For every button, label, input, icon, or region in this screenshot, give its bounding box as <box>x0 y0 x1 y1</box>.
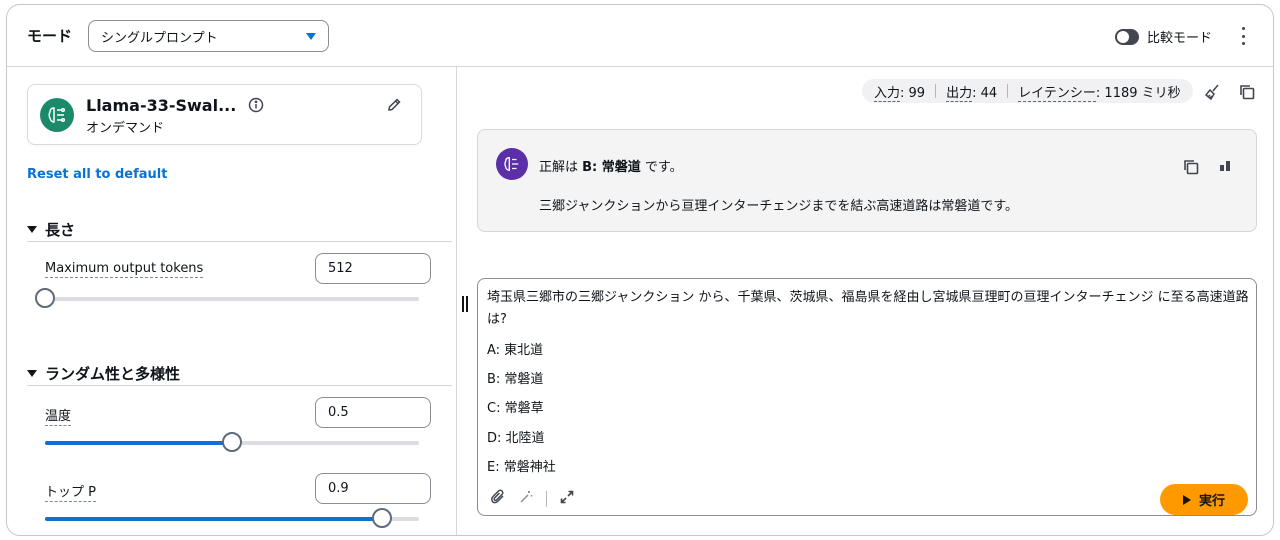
section-randomness[interactable]: ランダム性と多様性 <box>27 363 180 384</box>
copy-icon[interactable] <box>1238 83 1256 105</box>
caret-down-icon <box>27 226 37 233</box>
divider <box>935 84 937 98</box>
run-button[interactable]: 実行 <box>1160 484 1248 515</box>
max-tokens-slider[interactable] <box>35 288 419 308</box>
metrics-pill: 入力: 99 出力: 44 レイテンシー: 1189 ミリ秒 <box>862 79 1193 103</box>
answer-explanation: 三郷ジャンクションから亘理インターチェンジまでを結ぶ高速道路は常磐道です。 <box>539 199 1019 214</box>
attach-icon[interactable] <box>490 489 506 509</box>
temperature-input[interactable]: 0.5 <box>315 397 431 428</box>
prompt-option: D: 北陸道 <box>487 431 545 446</box>
section-title: 長さ <box>45 221 76 239</box>
info-icon[interactable] <box>248 97 264 117</box>
toggle-switch[interactable] <box>1115 28 1139 45</box>
run-label: 実行 <box>1198 494 1225 509</box>
slider-thumb[interactable] <box>371 508 392 528</box>
slider-fill <box>45 517 382 521</box>
mode-select-value: シングルプロンプト <box>101 30 218 46</box>
mode-label: モード <box>27 27 73 45</box>
top-p-slider[interactable] <box>45 508 419 528</box>
magic-wand-icon[interactable] <box>518 489 534 509</box>
assistant-avatar-icon <box>496 148 528 180</box>
compare-mode-toggle[interactable]: 比較モード <box>1115 27 1212 46</box>
model-card[interactable]: Llama-33-Swal... オンデマンド <box>27 84 422 145</box>
prompt-toolbar <box>490 489 575 509</box>
caret-down-icon <box>27 370 37 377</box>
config-panel: Llama-33-Swal... オンデマンド Reset all to def… <box>7 67 457 535</box>
more-options-icon[interactable] <box>1235 27 1251 45</box>
divider <box>1007 84 1009 98</box>
input-metric: 入力: 99 <box>874 85 926 102</box>
answer-summary: 正解は B: 常磐道 です。 <box>539 160 683 175</box>
broom-clear-icon[interactable] <box>1203 83 1221 105</box>
copy-icon[interactable] <box>1182 158 1200 180</box>
prompt-option: C: 常磐草 <box>487 401 544 416</box>
temperature-label: 温度 <box>45 405 72 426</box>
mode-select[interactable]: シングルプロンプト <box>88 20 329 52</box>
model-logo-icon <box>40 98 74 132</box>
slider-fill <box>45 441 232 445</box>
slider-thumb[interactable] <box>35 288 55 308</box>
prompt-option: B: 常磐道 <box>487 372 544 387</box>
prompt-input[interactable]: 埼玉県三郷市の三郷ジャンクション から、千葉県、茨城県、福島県を経由し宮城県亘理… <box>477 278 1257 516</box>
prompt-option: E: 常磐神社 <box>487 460 556 475</box>
edit-icon[interactable] <box>386 97 402 117</box>
model-subtitle: オンデマンド <box>86 121 165 136</box>
temperature-slider[interactable] <box>45 432 419 452</box>
slider-thumb[interactable] <box>222 432 242 452</box>
top-p-label: トップ P <box>45 481 96 502</box>
response-message: 正解は B: 常磐道 です。 三郷ジャンクションから亘理インターチェンジまでを結… <box>477 129 1257 232</box>
section-length[interactable]: 長さ <box>27 219 75 240</box>
divider <box>27 241 452 242</box>
caret-down-icon <box>306 32 316 40</box>
max-tokens-input[interactable]: 512 <box>315 253 431 284</box>
metrics-chart-icon[interactable] <box>1218 158 1232 176</box>
max-tokens-label: Maximum output tokens <box>45 261 204 278</box>
prompt-question: 埼玉県三郷市の三郷ジャンクション から、千葉県、茨城県、福島県を経由し宮城県亘理… <box>487 290 1249 327</box>
header-bar: モード シングルプロンプト 比較モード <box>7 5 1273 67</box>
divider <box>546 491 547 507</box>
model-name: Llama-33-Swal... <box>86 96 237 115</box>
expand-icon[interactable] <box>559 489 575 509</box>
compare-mode-label: 比較モード <box>1147 31 1213 46</box>
play-icon <box>1182 494 1191 505</box>
top-p-input[interactable]: 0.9 <box>315 473 431 504</box>
latency-metric: レイテンシー: 1189 ミリ秒 <box>1018 85 1181 102</box>
prompt-option: A: 東北道 <box>487 343 544 358</box>
divider <box>27 385 452 386</box>
panel-resize-handle[interactable] <box>462 296 468 312</box>
playground-frame: モード シングルプロンプト 比較モード Llama-33-Swal... オンデ… <box>6 4 1274 536</box>
reset-all-link[interactable]: Reset all to default <box>27 167 167 182</box>
output-metric: 出力: 44 <box>946 85 998 102</box>
section-title: ランダム性と多様性 <box>45 365 181 383</box>
